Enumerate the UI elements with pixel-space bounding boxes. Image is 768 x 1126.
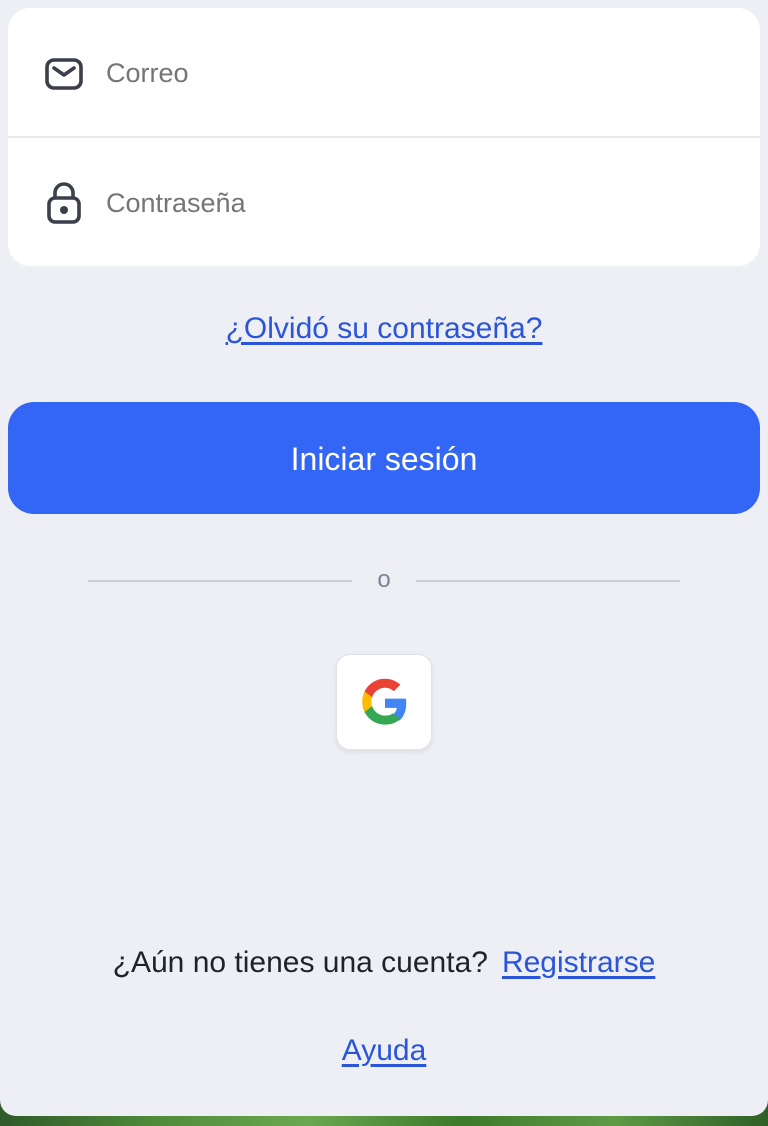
email-input[interactable] <box>104 8 728 138</box>
help-link[interactable]: Ayuda <box>0 1034 768 1068</box>
password-field[interactable] <box>8 138 760 268</box>
password-input[interactable] <box>104 138 728 268</box>
credentials-card <box>8 8 760 268</box>
mail-icon <box>44 54 84 94</box>
register-link[interactable]: Registrarse <box>502 946 655 979</box>
divider-line-left <box>88 580 352 582</box>
or-label: o <box>377 566 391 593</box>
or-divider: o <box>88 560 680 600</box>
lock-icon <box>44 180 84 224</box>
google-icon <box>362 678 407 725</box>
login-panel: ¿Olvidó su contraseña? Iniciar sesión o … <box>0 0 768 1116</box>
divider-line-right <box>416 580 680 582</box>
email-field[interactable] <box>8 8 760 138</box>
google-signin-button[interactable] <box>336 654 432 750</box>
register-prompt: ¿Aún no tienes una cuenta? <box>112 946 488 979</box>
login-button[interactable]: Iniciar sesión <box>8 402 760 514</box>
forgot-password-link[interactable]: ¿Olvidó su contraseña? <box>0 312 768 346</box>
register-row: ¿Aún no tienes una cuenta? Registrarse <box>0 946 768 980</box>
